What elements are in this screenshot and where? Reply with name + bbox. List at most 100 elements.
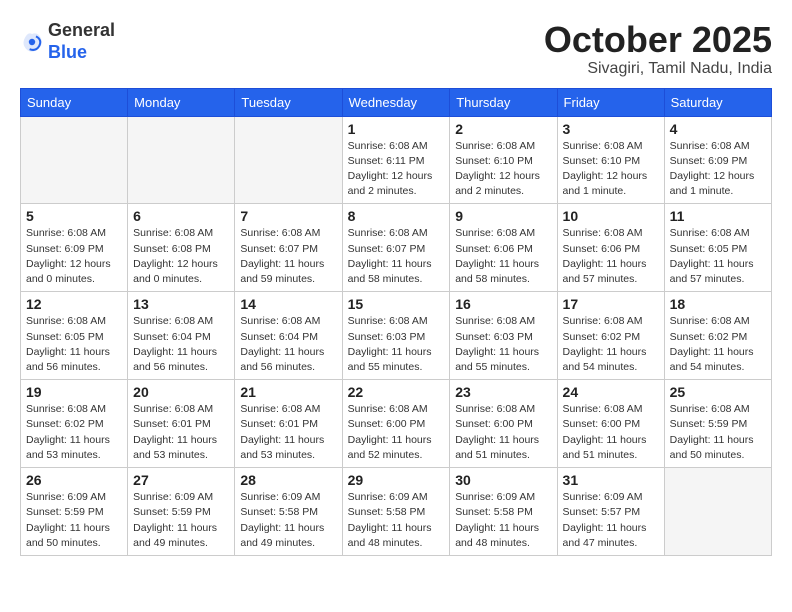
calendar-week-row: 19Sunrise: 6:08 AM Sunset: 6:02 PM Dayli… <box>21 380 772 468</box>
calendar-day-cell: 24 Sunrise: 6:08 AM Sunset: 6:00 PM Dayli… <box>557 380 664 468</box>
calendar-day-cell: 2 Sunrise: 6:08 AM Sunset: 6:10 PM Daylig… <box>450 116 557 204</box>
calendar-day-cell: 1 Sunrise: 6:08 AM Sunset: 6:11 PM Daylig… <box>342 116 450 204</box>
day-info: Sunrise: 6:09 AM Sunset: 5:58 PM Dayligh… <box>240 490 336 551</box>
day-info: Sunrise: 6:08 AM Sunset: 6:09 PM Dayligh… <box>26 226 122 287</box>
logo: General Blue <box>20 20 115 63</box>
day-number: 10 <box>563 208 659 224</box>
day-number: 5 <box>26 208 122 224</box>
calendar-day-cell: 9 Sunrise: 6:08 AM Sunset: 6:06 PM Daylig… <box>450 204 557 292</box>
page-header: General Blue October 2025 Sivagiri, Tami… <box>20 20 772 78</box>
day-info: Sunrise: 6:08 AM Sunset: 6:02 PM Dayligh… <box>26 402 122 463</box>
day-info: Sunrise: 6:08 AM Sunset: 5:59 PM Dayligh… <box>670 402 766 463</box>
weekday-header: Monday <box>128 88 235 116</box>
calendar-day-cell <box>128 116 235 204</box>
day-number: 30 <box>455 472 551 488</box>
calendar-day-cell: 28 Sunrise: 6:09 AM Sunset: 5:58 PM Dayli… <box>235 468 342 556</box>
calendar-day-cell: 3 Sunrise: 6:08 AM Sunset: 6:10 PM Daylig… <box>557 116 664 204</box>
day-info: Sunrise: 6:08 AM Sunset: 6:07 PM Dayligh… <box>240 226 336 287</box>
calendar-day-cell: 14Sunrise: 6:08 AM Sunset: 6:04 PM Dayli… <box>235 292 342 380</box>
day-number: 25 <box>670 384 766 400</box>
weekday-header: Saturday <box>664 88 771 116</box>
day-number: 31 <box>563 472 659 488</box>
calendar-day-cell: 23 Sunrise: 6:08 AM Sunset: 6:00 PM Dayli… <box>450 380 557 468</box>
day-info: Sunrise: 6:08 AM Sunset: 6:01 PM Dayligh… <box>240 402 336 463</box>
day-info: Sunrise: 6:09 AM Sunset: 5:59 PM Dayligh… <box>26 490 122 551</box>
calendar-day-cell: 29Sunrise: 6:09 AM Sunset: 5:58 PM Dayli… <box>342 468 450 556</box>
day-number: 4 <box>670 121 766 137</box>
calendar-day-cell: 20 Sunrise: 6:08 AM Sunset: 6:01 PM Dayli… <box>128 380 235 468</box>
day-info: Sunrise: 6:08 AM Sunset: 6:04 PM Dayligh… <box>133 314 229 375</box>
calendar-day-cell: 25 Sunrise: 6:08 AM Sunset: 5:59 PM Dayli… <box>664 380 771 468</box>
calendar-day-cell <box>21 116 128 204</box>
calendar-table: SundayMondayTuesdayWednesdayThursdayFrid… <box>20 88 772 556</box>
day-number: 18 <box>670 296 766 312</box>
day-info: Sunrise: 6:08 AM Sunset: 6:09 PM Dayligh… <box>670 139 766 200</box>
calendar-day-cell <box>235 116 342 204</box>
day-info: Sunrise: 6:08 AM Sunset: 6:02 PM Dayligh… <box>563 314 659 375</box>
day-info: Sunrise: 6:08 AM Sunset: 6:01 PM Dayligh… <box>133 402 229 463</box>
day-info: Sunrise: 6:08 AM Sunset: 6:00 PM Dayligh… <box>563 402 659 463</box>
calendar-day-cell: 17 Sunrise: 6:08 AM Sunset: 6:02 PM Dayli… <box>557 292 664 380</box>
calendar-day-cell: 7Sunrise: 6:08 AM Sunset: 6:07 PM Daylig… <box>235 204 342 292</box>
day-info: Sunrise: 6:09 AM Sunset: 5:59 PM Dayligh… <box>133 490 229 551</box>
day-info: Sunrise: 6:08 AM Sunset: 6:00 PM Dayligh… <box>348 402 445 463</box>
weekday-header: Thursday <box>450 88 557 116</box>
day-number: 28 <box>240 472 336 488</box>
calendar-day-cell: 31 Sunrise: 6:09 AM Sunset: 5:57 PM Dayli… <box>557 468 664 556</box>
day-info: Sunrise: 6:08 AM Sunset: 6:08 PM Dayligh… <box>133 226 229 287</box>
calendar-day-cell: 13Sunrise: 6:08 AM Sunset: 6:04 PM Dayli… <box>128 292 235 380</box>
day-number: 22 <box>348 384 445 400</box>
calendar-day-cell: 4 Sunrise: 6:08 AM Sunset: 6:09 PM Daylig… <box>664 116 771 204</box>
weekday-header: Sunday <box>21 88 128 116</box>
weekday-header: Wednesday <box>342 88 450 116</box>
day-info: Sunrise: 6:08 AM Sunset: 6:11 PM Dayligh… <box>348 139 445 200</box>
day-info: Sunrise: 6:08 AM Sunset: 6:03 PM Dayligh… <box>455 314 551 375</box>
day-info: Sunrise: 6:08 AM Sunset: 6:10 PM Dayligh… <box>455 139 551 200</box>
calendar-day-cell: 11 Sunrise: 6:08 AM Sunset: 6:05 PM Dayli… <box>664 204 771 292</box>
day-number: 12 <box>26 296 122 312</box>
month-title: October 2025 <box>544 20 772 60</box>
day-info: Sunrise: 6:08 AM Sunset: 6:06 PM Dayligh… <box>455 226 551 287</box>
calendar-day-cell: 15 Sunrise: 6:08 AM Sunset: 6:03 PM Dayli… <box>342 292 450 380</box>
day-number: 17 <box>563 296 659 312</box>
day-number: 9 <box>455 208 551 224</box>
calendar-day-cell: 6 Sunrise: 6:08 AM Sunset: 6:08 PM Daylig… <box>128 204 235 292</box>
day-info: Sunrise: 6:08 AM Sunset: 6:00 PM Dayligh… <box>455 402 551 463</box>
calendar-day-cell: 18 Sunrise: 6:08 AM Sunset: 6:02 PM Dayli… <box>664 292 771 380</box>
day-info: Sunrise: 6:09 AM Sunset: 5:58 PM Dayligh… <box>455 490 551 551</box>
day-number: 2 <box>455 121 551 137</box>
title-block: October 2025 Sivagiri, Tamil Nadu, India <box>544 20 772 78</box>
calendar-day-cell: 21 Sunrise: 6:08 AM Sunset: 6:01 PM Dayli… <box>235 380 342 468</box>
day-info: Sunrise: 6:08 AM Sunset: 6:05 PM Dayligh… <box>670 226 766 287</box>
day-info: Sunrise: 6:08 AM Sunset: 6:04 PM Dayligh… <box>240 314 336 375</box>
day-number: 6 <box>133 208 229 224</box>
weekday-header: Tuesday <box>235 88 342 116</box>
weekday-header-row: SundayMondayTuesdayWednesdayThursdayFrid… <box>21 88 772 116</box>
day-number: 15 <box>348 296 445 312</box>
calendar-day-cell: 27Sunrise: 6:09 AM Sunset: 5:59 PM Dayli… <box>128 468 235 556</box>
day-number: 23 <box>455 384 551 400</box>
day-number: 1 <box>348 121 445 137</box>
day-info: Sunrise: 6:08 AM Sunset: 6:03 PM Dayligh… <box>348 314 445 375</box>
calendar-day-cell: 16Sunrise: 6:08 AM Sunset: 6:03 PM Dayli… <box>450 292 557 380</box>
day-info: Sunrise: 6:09 AM Sunset: 5:57 PM Dayligh… <box>563 490 659 551</box>
day-info: Sunrise: 6:08 AM Sunset: 6:06 PM Dayligh… <box>563 226 659 287</box>
calendar-day-cell: 30 Sunrise: 6:09 AM Sunset: 5:58 PM Dayli… <box>450 468 557 556</box>
logo-icon <box>20 30 44 54</box>
calendar-day-cell: 8Sunrise: 6:08 AM Sunset: 6:07 PM Daylig… <box>342 204 450 292</box>
day-number: 21 <box>240 384 336 400</box>
day-number: 20 <box>133 384 229 400</box>
day-number: 8 <box>348 208 445 224</box>
day-info: Sunrise: 6:09 AM Sunset: 5:58 PM Dayligh… <box>348 490 445 551</box>
day-number: 24 <box>563 384 659 400</box>
day-number: 11 <box>670 208 766 224</box>
day-info: Sunrise: 6:08 AM Sunset: 6:10 PM Dayligh… <box>563 139 659 200</box>
day-number: 3 <box>563 121 659 137</box>
day-info: Sunrise: 6:08 AM Sunset: 6:02 PM Dayligh… <box>670 314 766 375</box>
calendar-week-row: 1 Sunrise: 6:08 AM Sunset: 6:11 PM Daylig… <box>21 116 772 204</box>
calendar-day-cell: 19Sunrise: 6:08 AM Sunset: 6:02 PM Dayli… <box>21 380 128 468</box>
calendar-day-cell: 12Sunrise: 6:08 AM Sunset: 6:05 PM Dayli… <box>21 292 128 380</box>
calendar-day-cell: 5 Sunrise: 6:08 AM Sunset: 6:09 PM Daylig… <box>21 204 128 292</box>
calendar-week-row: 12Sunrise: 6:08 AM Sunset: 6:05 PM Dayli… <box>21 292 772 380</box>
weekday-header: Friday <box>557 88 664 116</box>
